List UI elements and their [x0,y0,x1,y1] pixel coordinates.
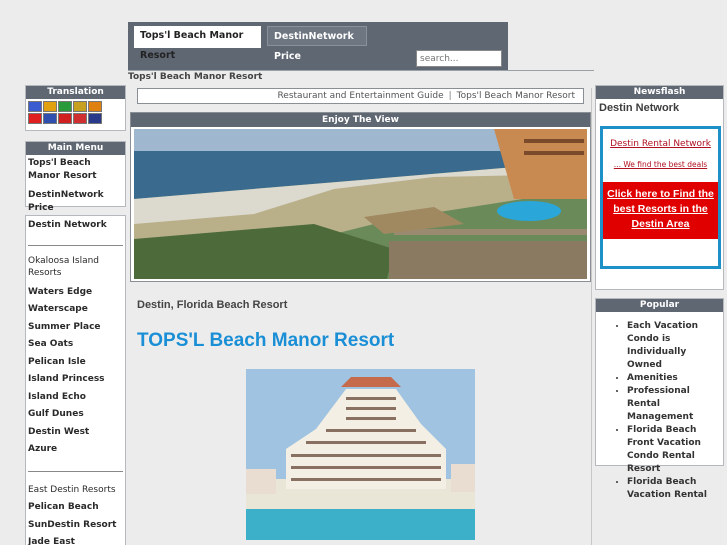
view-heading: Enjoy The View [131,113,590,127]
view-panel: Enjoy The View [130,112,591,282]
menu-item-destinnetwork-price[interactable]: DestinNetwork Price [26,187,125,217]
popular-item[interactable]: Amenities [627,372,720,385]
popular-list: Each Vacation Condo is Individually Owne… [596,312,723,502]
divider [28,470,123,472]
sidebar-link-azure[interactable]: Azure [26,441,125,459]
sidebar-link-jade-east[interactable]: Jade East [26,534,125,545]
restaurant-guide-link[interactable]: Restaurant and Entertainment Guide [277,91,443,101]
best-deals-link[interactable]: ... We find the best deals [603,160,718,169]
french-flag-icon[interactable] [28,101,42,112]
tab-topsl-beach-manor[interactable]: Tops'l Beach Manor Resort [134,26,261,61]
page-tagline: Destin, Florida Beach Resort [137,299,288,311]
newsflash-panel: Newsflash Destin Network Destin Rental N… [595,85,724,290]
topsl-link[interactable]: Tops'l Beach Manor Resort [457,91,575,101]
translation-panel: Translation [25,85,126,131]
sub-navigation: Restaurant and Entertainment Guide | Tops'… [137,88,584,104]
top-navigation-bar: Tops'l Beach Manor Resort DestinNetwork … [128,22,508,70]
main-menu-panel: Main Menu Tops'l Beach Manor Resort Dest… [25,141,126,213]
column-divider [591,88,592,545]
sidebar-link-pelican-beach[interactable]: Pelican Beach [26,499,125,517]
header-divider [128,70,594,71]
chinese-flag-icon[interactable] [58,113,72,124]
sidebar-link-waterscape[interactable]: Waterscape [26,301,125,319]
popular-item[interactable]: Florida Beach Vacation Rental [627,476,720,502]
japanese-flag-icon[interactable] [28,113,42,124]
sidebar-link-summer-place[interactable]: Summer Place [26,319,125,337]
menu-item-topsl-beach-manor[interactable]: Tops'l Beach Manor Resort [26,155,125,185]
popular-panel: Popular Each Vacation Condo is Individua… [595,298,724,500]
beach-view-image [134,129,587,279]
italian-flag-icon[interactable] [58,101,72,112]
page-title: TOPS'L Beach Manor Resort [137,330,395,351]
sidebar-link-island-echo[interactable]: Island Echo [26,389,125,407]
destin-rental-network-link[interactable]: Destin Rental Network [603,139,718,149]
search-input[interactable] [416,50,502,67]
russian-flag-icon[interactable] [73,113,87,124]
sidebar-link-sundestin-resort[interactable]: SunDestin Resort [26,517,125,535]
main-menu-heading: Main Menu [26,142,125,155]
sidebar-link-destin-network[interactable]: Destin Network [26,217,125,235]
sidebar-link-waters-edge[interactable]: Waters Edge [26,284,125,302]
newsflash-subtitle: Destin Network [599,102,680,114]
spanish-flag-icon[interactable] [88,101,102,112]
sidebar-link-sea-oats[interactable]: Sea Oats [26,336,125,354]
subnav-separator: | [448,91,452,101]
sidebar-link-east-destin-resorts[interactable]: East Destin Resorts [26,482,125,500]
popular-item[interactable]: Florida Beach Front Vacation Condo Renta… [627,424,720,476]
resort-tower-image [246,369,475,540]
sidebar-link-destin-west[interactable]: Destin West [26,424,125,442]
popular-item[interactable]: Professional Rental Management [627,385,720,424]
sidebar-link-okaloosa-island[interactable]: Okaloosa Island Resorts [26,255,125,284]
flag-list [26,99,106,124]
divider [28,244,123,246]
korean-flag-icon[interactable] [43,113,57,124]
resort-links-panel: Destin Network Okaloosa Island Resorts W… [25,215,126,545]
translation-heading: Translation [26,86,125,99]
popular-heading: Popular [596,299,723,312]
sidebar-link-gulf-dunes[interactable]: Gulf Dunes [26,406,125,424]
breadcrumb: Tops'l Beach Manor Resort [128,72,263,82]
sidebar-link-island-princess[interactable]: Island Princess [26,371,125,389]
german-flag-icon[interactable] [43,101,57,112]
find-resorts-button[interactable]: Click here to Find the best Resorts in t… [603,182,718,239]
portuguese-flag-icon[interactable] [73,101,87,112]
tab-destinnetwork-price[interactable]: DestinNetwork Price [267,26,367,62]
sidebar-link-pelican-isle[interactable]: Pelican Isle [26,354,125,372]
english-flag-icon[interactable] [88,113,102,124]
promo-box: Destin Rental Network ... We find the be… [600,126,721,269]
popular-item[interactable]: Each Vacation Condo is Individually Owne… [627,320,720,372]
newsflash-heading: Newsflash [596,86,723,99]
